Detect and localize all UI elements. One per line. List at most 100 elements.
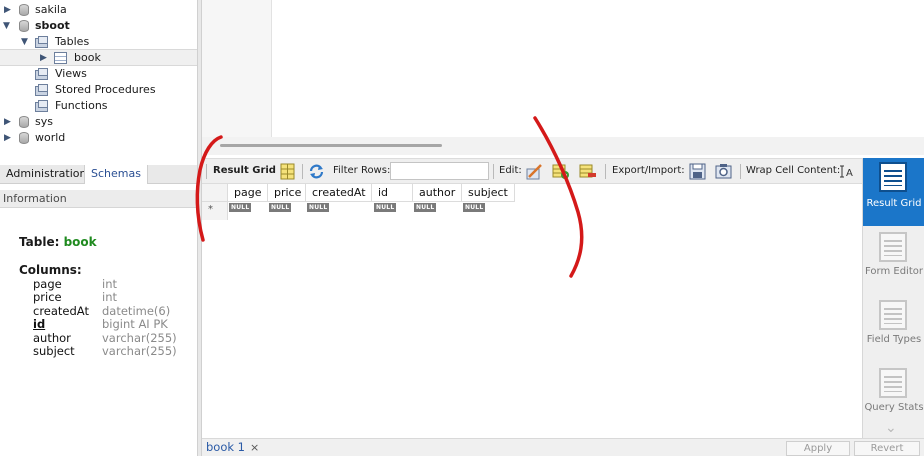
collapse-arrow-icon[interactable]: ▼ — [21, 34, 31, 50]
result-toolbar: Result Grid Filter Rows: Edit: Export/Im… — [202, 158, 862, 184]
toolbar-separator — [493, 164, 494, 179]
schema-label: sboot — [35, 19, 70, 32]
row-header[interactable] — [202, 202, 228, 220]
side-button-label: Field Types — [866, 334, 922, 345]
database-icon — [18, 132, 32, 145]
info-column-name: createdAt — [33, 304, 89, 318]
toolbar-separator — [740, 164, 741, 179]
database-icon — [18, 116, 32, 129]
grid-column-header[interactable]: author — [413, 184, 462, 202]
tree-item-label: Tables — [55, 35, 90, 48]
insert-row-icon[interactable] — [552, 163, 569, 180]
chevron-down-icon[interactable]: ⌄ — [885, 420, 897, 436]
information-header[interactable]: Information — [0, 190, 197, 208]
grid-column-header[interactable]: createdAt — [306, 184, 372, 202]
filter-rows-label: Filter Rows: — [333, 165, 391, 176]
info-column-type: varchar(255) — [102, 331, 177, 345]
tree-item-label: book — [74, 51, 101, 64]
form-editor-icon — [879, 232, 907, 262]
toolbar-separator — [605, 164, 606, 179]
information-panel: Table: book Columns: page int price int … — [0, 208, 197, 456]
wrap-text-icon[interactable]: A — [840, 163, 857, 180]
edit-label: Edit: — [499, 165, 522, 176]
tab-schemas[interactable]: Schemas — [84, 165, 148, 184]
collapse-arrow-icon[interactable]: ▼ — [3, 18, 13, 34]
side-button-label: Result Grid — [866, 198, 922, 209]
expand-arrow-icon[interactable]: ▶ — [4, 114, 14, 130]
info-table-prefix: Table: — [19, 235, 60, 249]
editor-gutter — [202, 0, 272, 137]
side-button-form-editor[interactable]: Form Editor — [863, 228, 924, 296]
null-badge: NULL — [269, 203, 292, 212]
apply-button[interactable]: Apply — [786, 441, 850, 456]
result-grid-icon — [879, 162, 907, 192]
schema-label: sakila — [35, 3, 67, 16]
query-stats-icon — [879, 368, 907, 398]
tree-item-views[interactable]: Views — [0, 66, 197, 82]
tree-item-table-book[interactable]: ▶ book — [0, 49, 197, 66]
scrollbar-thumb[interactable] — [220, 144, 442, 147]
schema-label: sys — [35, 115, 53, 128]
toolbar-separator — [206, 164, 207, 179]
result-grid-label[interactable]: Result Grid — [213, 165, 276, 176]
tree-item-tables[interactable]: ▼ Tables — [0, 34, 197, 50]
grid-column-header[interactable]: subject — [462, 184, 515, 202]
side-button-label: Form Editor — [865, 266, 923, 277]
info-columns-title: Columns: — [19, 263, 82, 277]
navigator-tabs: Administration Schemas — [0, 165, 197, 184]
info-column-name: author — [33, 331, 71, 345]
import-icon[interactable] — [715, 163, 732, 180]
grid-column-header[interactable]: page — [228, 184, 268, 202]
toolbar-separator — [302, 164, 303, 179]
close-icon[interactable]: × — [250, 441, 259, 454]
info-column-name: page — [33, 277, 62, 291]
null-badge: NULL — [414, 203, 437, 212]
schema-sboot[interactable]: ▼ sboot — [0, 18, 197, 34]
tree-item-stored-procedures[interactable]: Stored Procedures — [0, 82, 197, 98]
result-tab-label: book 1 — [206, 440, 246, 454]
tree-item-label: Stored Procedures — [55, 83, 156, 96]
expand-arrow-icon[interactable]: ▶ — [4, 2, 14, 18]
info-table-name: book — [63, 235, 97, 249]
folder-icon — [35, 68, 49, 81]
schema-sys[interactable]: ▶ sys — [0, 114, 197, 130]
schema-sakila[interactable]: ▶ sakila — [0, 2, 197, 18]
info-column-name: subject — [33, 344, 75, 358]
database-icon — [18, 4, 32, 17]
refresh-icon[interactable] — [308, 163, 325, 180]
side-button-result-grid[interactable]: Result Grid — [863, 158, 924, 226]
grid-layout-icon[interactable] — [279, 163, 296, 180]
table-icon — [54, 52, 68, 65]
tab-administration[interactable]: Administration — [0, 165, 93, 184]
grid-column-header[interactable]: price — [268, 184, 306, 202]
export-icon[interactable] — [689, 163, 706, 180]
null-badge: NULL — [374, 203, 397, 212]
expand-arrow-icon[interactable]: ▶ — [4, 130, 14, 146]
editor-horizontal-scrollbar[interactable] — [202, 137, 924, 155]
revert-button[interactable]: Revert — [854, 441, 920, 456]
grid-corner-header[interactable] — [202, 184, 228, 202]
tree-item-functions[interactable]: Functions — [0, 98, 197, 114]
schema-world[interactable]: ▶ world — [0, 130, 197, 146]
info-column-name: price — [33, 290, 62, 304]
info-column-type: varchar(255) — [102, 344, 177, 358]
result-tab-book-1[interactable]: book 1 × — [206, 440, 259, 454]
edit-row-icon[interactable] — [526, 163, 543, 180]
info-table-line: Table: book — [19, 235, 97, 249]
new-row-marker: * — [208, 204, 213, 215]
wrap-cell-content-label: Wrap Cell Content: — [746, 165, 841, 176]
side-button-field-types[interactable]: Field Types — [863, 296, 924, 364]
result-grid[interactable]: page price createdAt id author subject *… — [202, 184, 862, 438]
folder-icon — [35, 84, 49, 97]
sql-editor[interactable] — [202, 0, 924, 137]
info-column-type: bigint AI PK — [102, 317, 168, 331]
delete-row-icon[interactable] — [579, 163, 596, 180]
expand-arrow-icon[interactable]: ▶ — [40, 50, 50, 66]
svg-text:A: A — [846, 168, 853, 179]
export-import-label: Export/Import: — [612, 165, 685, 176]
info-column-name-pk: id — [33, 317, 46, 331]
grid-column-header[interactable]: id — [372, 184, 413, 202]
filter-rows-input[interactable] — [390, 162, 489, 180]
database-icon — [18, 20, 32, 33]
result-tabs-bar: book 1 × Apply Revert — [202, 438, 924, 456]
